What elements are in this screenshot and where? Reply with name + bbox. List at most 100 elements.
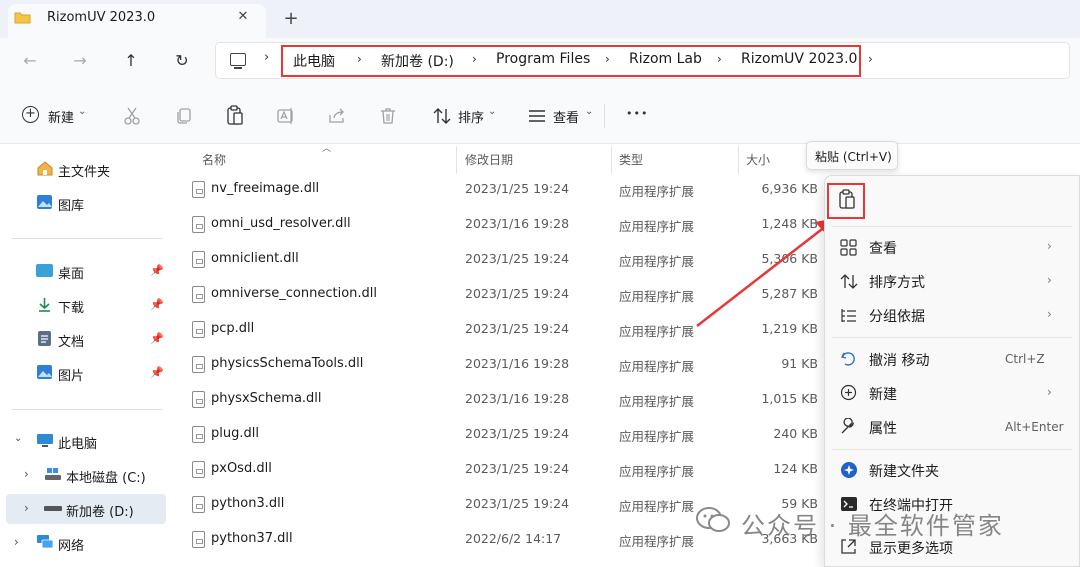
column-header-type[interactable]: 类型 — [619, 151, 643, 168]
chevron-right-icon: › — [1047, 239, 1052, 253]
chevron-down-icon[interactable]: ⌄ — [78, 106, 86, 117]
chevron-right-icon: › — [1047, 307, 1052, 321]
share-icon[interactable] — [327, 106, 347, 126]
pin-icon[interactable]: 📌 — [150, 332, 164, 345]
folder-icon — [14, 12, 31, 24]
cut-icon[interactable] — [122, 106, 142, 126]
menu-divider — [832, 337, 1072, 338]
add-icon[interactable]: + — [22, 106, 39, 123]
desktop-icon — [36, 264, 53, 277]
breadcrumb-this-pc[interactable]: 此电脑 — [293, 51, 335, 71]
sidebar-item-network[interactable]: 网络 — [58, 535, 84, 554]
menu-item-new[interactable]: 新建 — [869, 384, 897, 404]
column-divider[interactable] — [738, 146, 739, 174]
breadcrumb-rizomuv[interactable]: RizomUV 2023.0 — [741, 51, 857, 67]
column-divider[interactable] — [611, 146, 612, 174]
chevron-right-icon[interactable]: › — [24, 501, 29, 515]
sort-button[interactable]: 排序 — [458, 107, 484, 126]
column-divider[interactable] — [456, 146, 457, 174]
up-button[interactable]: ↑ — [118, 48, 144, 74]
sort-arrow-icon: ︿ — [322, 144, 332, 154]
file-name: omni_usd_resolver.dll — [211, 216, 351, 231]
file-size: 5,306 KB — [761, 251, 818, 266]
sidebar-item-gallery[interactable]: 图库 — [58, 195, 84, 214]
chevron-right-icon: › — [1047, 385, 1052, 399]
sort-icon[interactable] — [432, 106, 452, 126]
breadcrumb-rizom-lab[interactable]: Rizom Lab — [629, 51, 702, 67]
paste-icon[interactable] — [837, 189, 857, 211]
rename-icon[interactable] — [276, 106, 296, 126]
breadcrumb-separator[interactable]: › — [357, 52, 362, 66]
column-header-name[interactable]: 名称 — [202, 151, 226, 168]
column-header-size[interactable]: 大小 — [746, 151, 770, 168]
chevron-right-icon[interactable]: › — [24, 467, 29, 481]
file-name: pxOsd.dll — [211, 461, 272, 476]
dll-file-icon — [192, 426, 205, 443]
menu-item-new-folder[interactable]: 新建文件夹 — [869, 461, 939, 481]
copy-icon[interactable] — [174, 106, 194, 126]
pin-icon[interactable]: 📌 — [150, 298, 164, 311]
this-pc-icon — [37, 434, 53, 447]
chevron-right-icon[interactable]: › — [14, 535, 19, 549]
file-size: 124 KB — [773, 461, 818, 476]
refresh-button[interactable]: ↻ — [169, 48, 195, 74]
sidebar-item-downloads[interactable]: 下载 — [58, 297, 84, 316]
paste-icon[interactable] — [225, 105, 245, 127]
dll-file-icon — [192, 356, 205, 373]
sidebar-item-documents[interactable]: 文档 — [58, 331, 84, 350]
file-name: plug.dll — [211, 426, 259, 441]
sidebar-item-desktop[interactable]: 桌面 — [58, 263, 84, 282]
breadcrumb-program-files[interactable]: Program Files — [496, 51, 590, 67]
file-date: 2023/1/16 19:28 — [465, 216, 570, 231]
file-type: 应用程序扩展 — [619, 219, 695, 234]
menu-item-group[interactable]: 分组依据 — [869, 306, 925, 326]
file-date: 2023/1/16 19:28 — [465, 391, 570, 406]
sidebar-item-drive-d[interactable]: 新加卷 (D:) — [66, 501, 134, 520]
file-size: 1,015 KB — [761, 391, 818, 406]
view-button[interactable]: 查看 — [553, 107, 579, 126]
chevron-down-icon[interactable]: ⌄ — [488, 106, 496, 117]
back-button[interactable]: ← — [17, 48, 43, 74]
dll-file-icon — [192, 251, 205, 268]
breadcrumb-separator[interactable]: › — [717, 52, 722, 66]
watermark-text: 公众号 · 最全软件管家 — [741, 512, 1004, 540]
forward-button[interactable]: → — [67, 48, 93, 74]
sidebar-divider — [12, 409, 162, 410]
sidebar-item-pictures[interactable]: 图片 — [58, 365, 84, 384]
menu-item-undo[interactable]: 撤消 移动 — [869, 350, 929, 370]
breadcrumb-separator[interactable]: › — [605, 52, 610, 66]
breadcrumb-drive-d[interactable]: 新加卷 (D:) — [381, 51, 454, 71]
network-icon — [37, 535, 54, 549]
file-size: 240 KB — [773, 426, 818, 441]
sidebar-item-this-pc[interactable]: 此电脑 — [58, 433, 97, 452]
file-type: 应用程序扩展 — [619, 464, 695, 479]
properties-shortcut: Alt+Enter — [1005, 420, 1064, 434]
view-icon[interactable] — [527, 107, 547, 125]
breadcrumb-separator[interactable]: › — [868, 52, 873, 66]
file-date: 2022/6/2 14:17 — [465, 531, 562, 546]
new-tab-button[interactable]: + — [280, 8, 302, 30]
breadcrumb-separator[interactable]: › — [472, 52, 477, 66]
column-header-date[interactable]: 修改日期 — [465, 151, 513, 168]
file-type: 应用程序扩展 — [619, 499, 695, 514]
delete-icon[interactable] — [378, 106, 398, 126]
dll-file-icon — [192, 461, 205, 478]
sidebar-item-home[interactable]: 主文件夹 — [58, 161, 110, 180]
new-button[interactable]: 新建 — [48, 107, 74, 126]
sidebar-divider — [12, 238, 162, 239]
menu-item-view[interactable]: 查看 — [869, 238, 897, 258]
file-type: 应用程序扩展 — [619, 429, 695, 444]
chevron-down-icon[interactable]: ⌄ — [585, 106, 593, 117]
file-date: 2023/1/25 19:24 — [465, 181, 570, 196]
pin-icon[interactable]: 📌 — [150, 264, 164, 277]
menu-item-properties[interactable]: 属性 — [869, 418, 897, 438]
close-tab-button[interactable]: ✕ — [233, 7, 253, 27]
menu-item-show-more[interactable]: 显示更多选项 — [869, 538, 953, 558]
more-options-icon[interactable]: ••• — [626, 107, 648, 120]
chevron-down-icon[interactable]: ⌄ — [14, 433, 22, 444]
sidebar-item-drive-c[interactable]: 本地磁盘 (C:) — [66, 467, 146, 486]
breadcrumb-separator[interactable]: › — [264, 50, 269, 65]
menu-item-sort[interactable]: 排序方式 — [869, 272, 925, 292]
wrench-icon — [841, 418, 855, 434]
pin-icon[interactable]: 📌 — [150, 366, 164, 379]
